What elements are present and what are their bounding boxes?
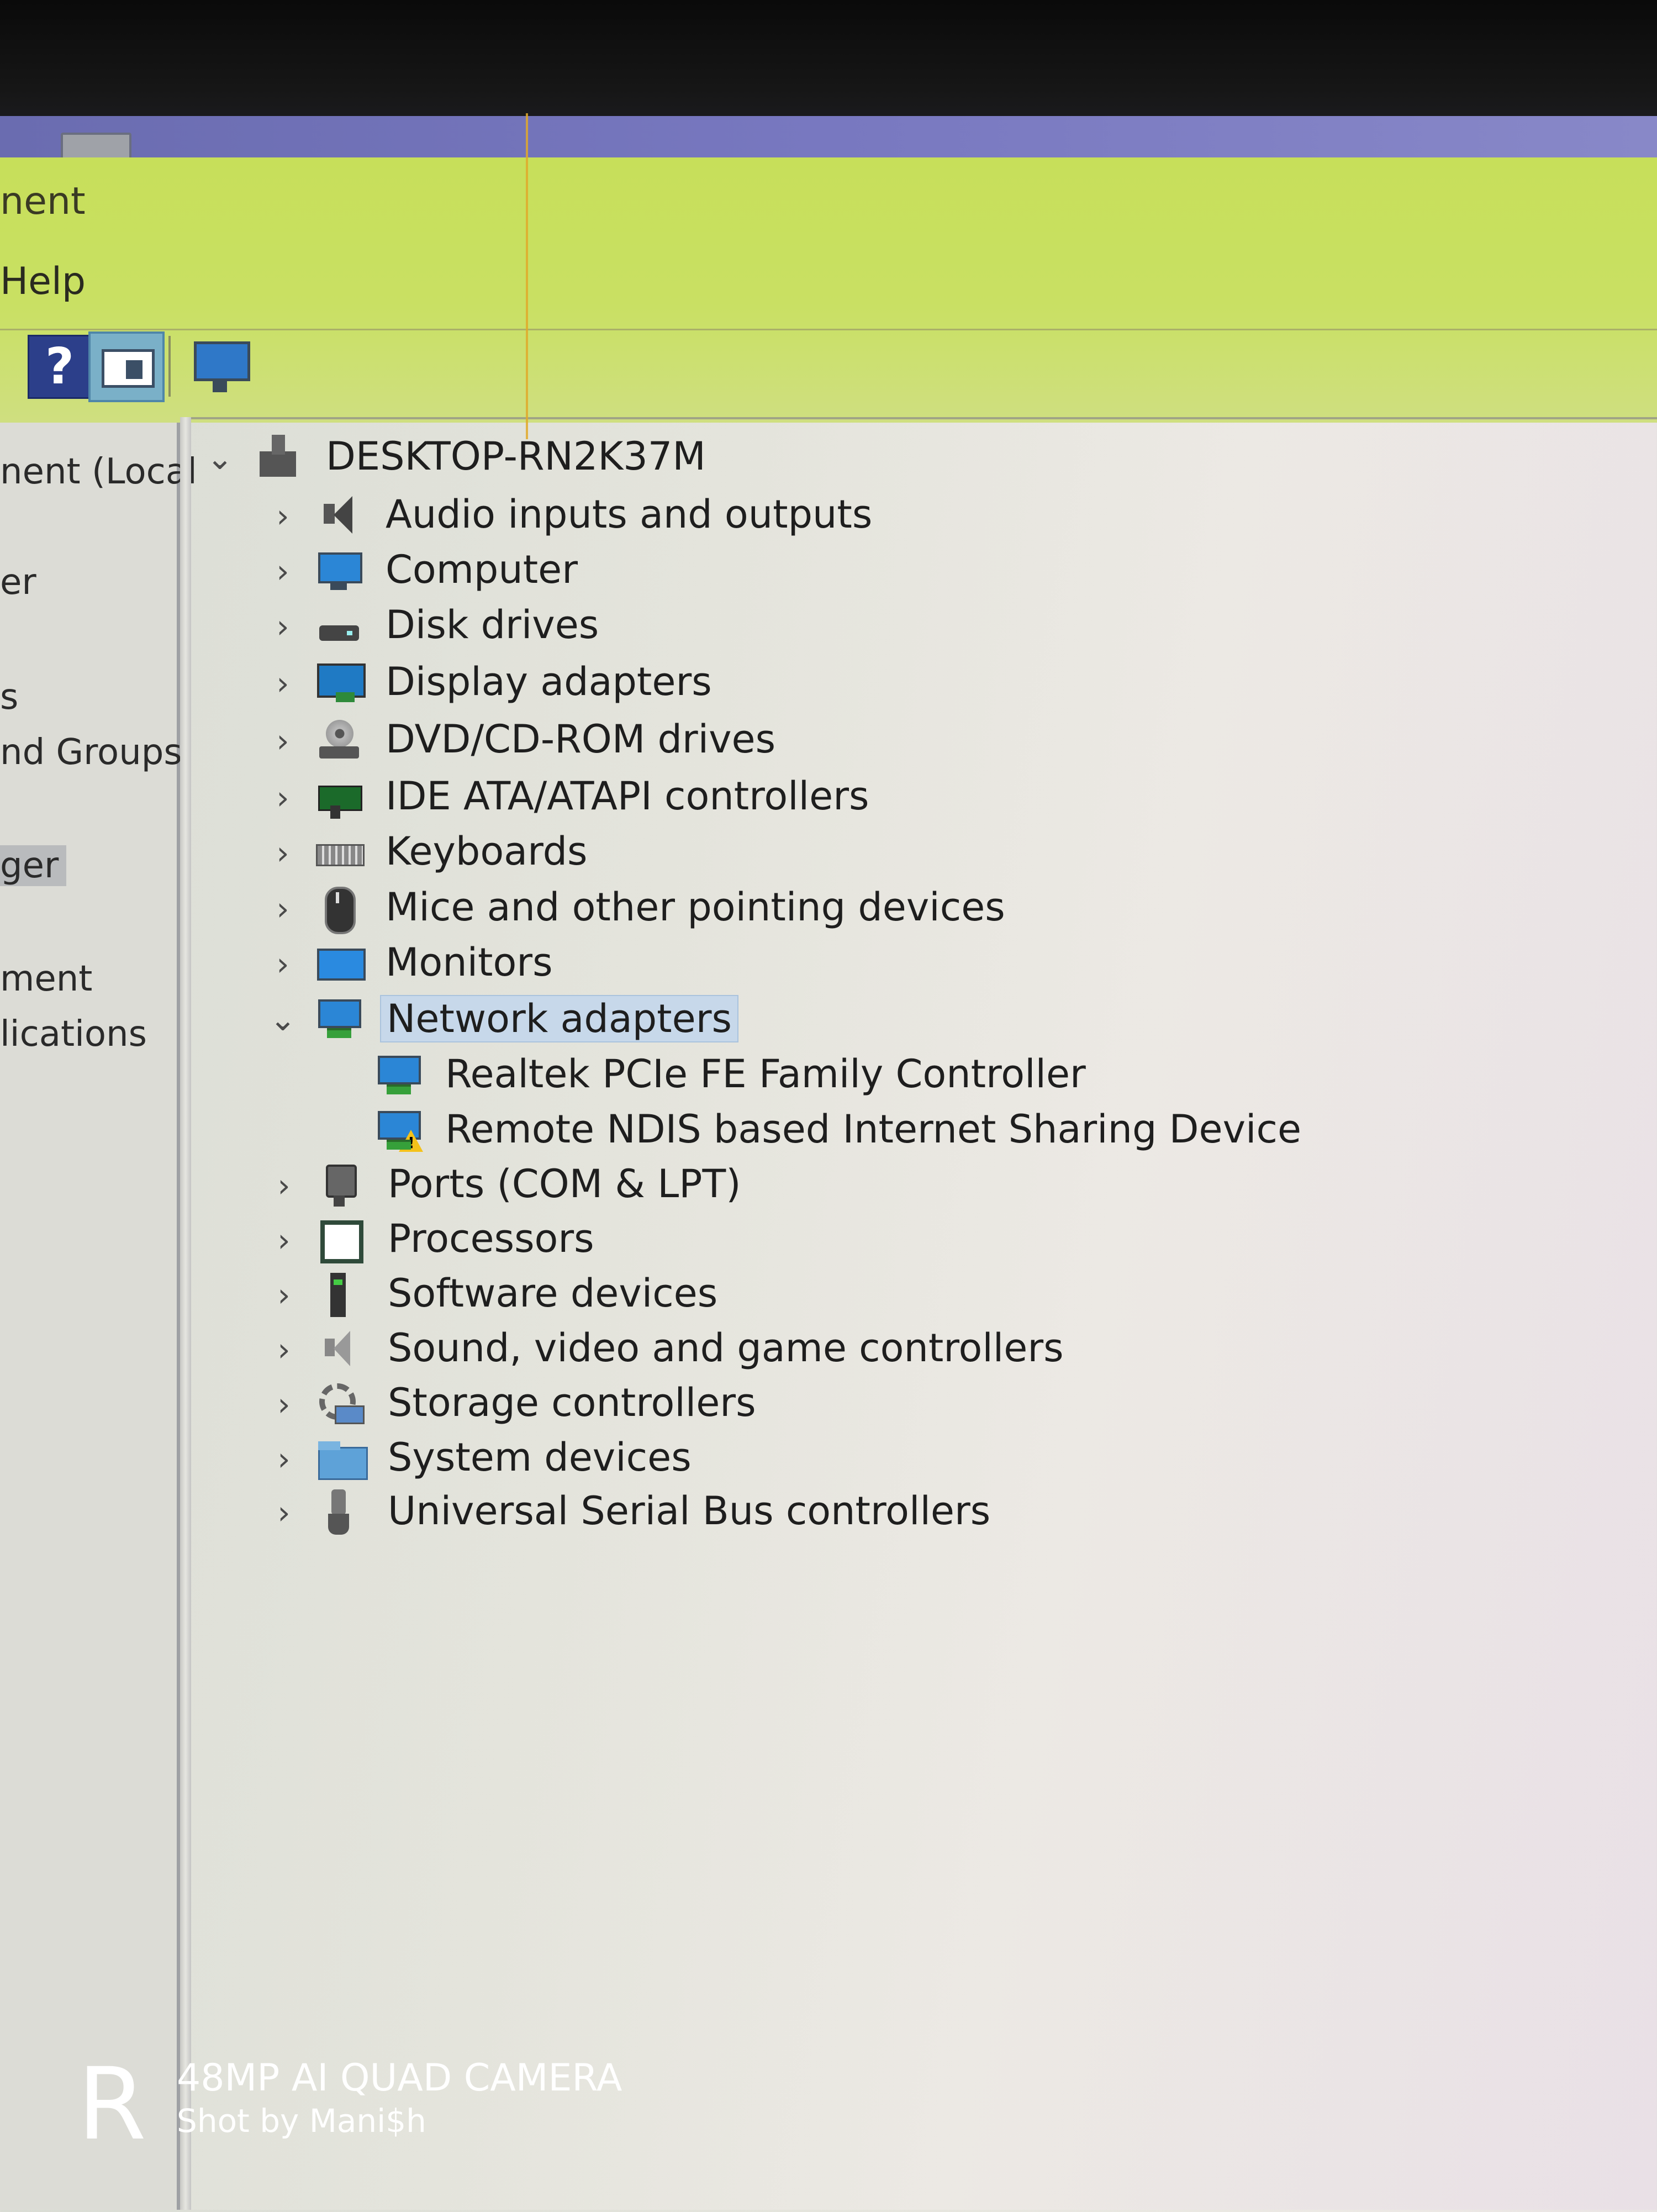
- chevron-right-icon[interactable]: ›: [266, 836, 299, 870]
- show-hide-console-tree-icon[interactable]: [88, 331, 165, 402]
- tree-item-label: DVD/CD-ROM drives: [386, 717, 776, 762]
- chevron-right-icon[interactable]: ›: [266, 667, 299, 700]
- tree-item-label: Universal Serial Bus controllers: [388, 1488, 991, 1534]
- console-item-applications[interactable]: lications: [0, 1014, 147, 1055]
- computer-root-icon: [252, 435, 302, 479]
- disk-drive-icon: [314, 603, 363, 647]
- console-item-management[interactable]: ment: [0, 958, 92, 999]
- chevron-right-icon[interactable]: ›: [267, 1278, 300, 1312]
- chevron-right-icon[interactable]: ›: [266, 610, 299, 643]
- window-title: nent: [0, 180, 86, 223]
- console-item-device-manager[interactable]: ger: [0, 845, 67, 886]
- toolbar: ?: [0, 329, 1657, 408]
- keyboard-icon: [314, 830, 365, 874]
- menu-bar: Help: [0, 260, 1657, 315]
- camera-logo: R: [77, 2047, 147, 2162]
- console-item-er[interactable]: er: [0, 562, 36, 603]
- warning-mark: !: [408, 1134, 415, 1152]
- tree-item-label: Keyboards: [386, 829, 588, 874]
- scan-hardware-changes-icon[interactable]: [191, 335, 251, 396]
- storage-controller-icon: [315, 1381, 365, 1425]
- watermark-camera-text: 48MP AI QUAD CAMERA: [177, 2056, 622, 2100]
- mouse-icon: [314, 886, 363, 934]
- chevron-right-icon[interactable]: ›: [266, 499, 299, 533]
- chevron-down-icon[interactable]: ⌄: [266, 1003, 299, 1036]
- text-cursor-artifact: [526, 113, 528, 439]
- chevron-right-icon[interactable]: ›: [267, 1169, 300, 1202]
- pane-splitter[interactable]: [180, 417, 191, 2210]
- chevron-right-icon[interactable]: ›: [267, 1333, 300, 1366]
- camera-watermark: R 48MP AI QUAD CAMERA Shot by Mani$h: [77, 2044, 740, 2155]
- sound-controller-icon: [315, 1326, 365, 1371]
- speaker-icon: [314, 493, 363, 537]
- dvd-drive-icon: [314, 718, 363, 762]
- software-device-icon: [315, 1272, 365, 1317]
- tree-item-label: Sound, video and game controllers: [388, 1325, 1064, 1371]
- tree-child-label: Remote NDIS based Internet Sharing Devic…: [445, 1107, 1302, 1152]
- tree-item-label: Mice and other pointing devices: [386, 884, 1005, 930]
- display-adapter-icon: [314, 660, 366, 704]
- tree-item-label: IDE ATA/ATAPI controllers: [386, 773, 869, 819]
- port-icon: [315, 1162, 365, 1207]
- device-manager-window: nent Help ? nent (Local er s nd Groups g…: [0, 157, 1657, 2210]
- device-tree: ⌄ DESKTOP-RN2K37M › Audio inputs and out…: [191, 417, 1657, 2212]
- tree-item-label-selected: Network adapters: [380, 995, 738, 1042]
- tree-root-label: DESKTOP-RN2K37M: [326, 434, 706, 479]
- monitor-bezel: [0, 0, 1657, 127]
- chevron-right-icon[interactable]: ›: [266, 781, 299, 814]
- processor-icon: [315, 1217, 365, 1263]
- help-icon[interactable]: ?: [28, 335, 92, 399]
- tree-item-label: Processors: [388, 1216, 594, 1261]
- console-tree-pane: nent (Local er s nd Groups ger ment lica…: [0, 423, 197, 2210]
- monitor-icon: [314, 941, 366, 985]
- chevron-right-icon[interactable]: ›: [267, 1224, 300, 1257]
- console-item-s[interactable]: s: [0, 677, 18, 718]
- tree-item-label: System devices: [388, 1435, 692, 1480]
- tree-item-label: Monitors: [386, 940, 553, 985]
- chevron-right-icon[interactable]: ›: [266, 555, 299, 588]
- window-header: nent Help ?: [0, 157, 1657, 423]
- usb-icon: [315, 1489, 365, 1535]
- chevron-right-icon[interactable]: ›: [266, 892, 299, 925]
- network-adapter-icon: [314, 996, 363, 1040]
- chevron-right-icon[interactable]: ›: [267, 1388, 300, 1421]
- network-adapter-icon: !: [373, 1108, 423, 1152]
- watermark-credit-text: Shot by Mani$h: [177, 2102, 426, 2140]
- network-adapter-icon: [373, 1052, 423, 1097]
- chevron-right-icon[interactable]: ›: [267, 1442, 300, 1476]
- chevron-right-icon[interactable]: ›: [267, 1496, 300, 1529]
- tree-item-label: Disk drives: [386, 602, 599, 647]
- tree-item-label: Storage controllers: [388, 1380, 756, 1425]
- tree-item-label: Computer: [386, 547, 578, 592]
- menu-help[interactable]: Help: [0, 260, 86, 303]
- tree-child-label: Realtek PCIe FE Family Controller: [445, 1051, 1086, 1097]
- ide-controller-icon: [314, 775, 363, 819]
- computer-icon: [314, 548, 363, 592]
- system-devices-icon: [315, 1436, 368, 1480]
- chevron-right-icon[interactable]: ›: [266, 724, 299, 757]
- console-item-local-users-and-groups[interactable]: nd Groups: [0, 732, 182, 773]
- tree-item-label: Software devices: [388, 1271, 718, 1316]
- toolbar-separator: [168, 336, 171, 397]
- chevron-right-icon[interactable]: ›: [266, 947, 299, 981]
- tree-item-label: Audio inputs and outputs: [386, 492, 873, 537]
- console-item-computer-management[interactable]: nent (Local: [0, 451, 197, 492]
- tree-item-label: Ports (COM & LPT): [388, 1161, 741, 1207]
- tree-item-label: Display adapters: [386, 659, 712, 704]
- chevron-down-icon[interactable]: ⌄: [203, 441, 236, 475]
